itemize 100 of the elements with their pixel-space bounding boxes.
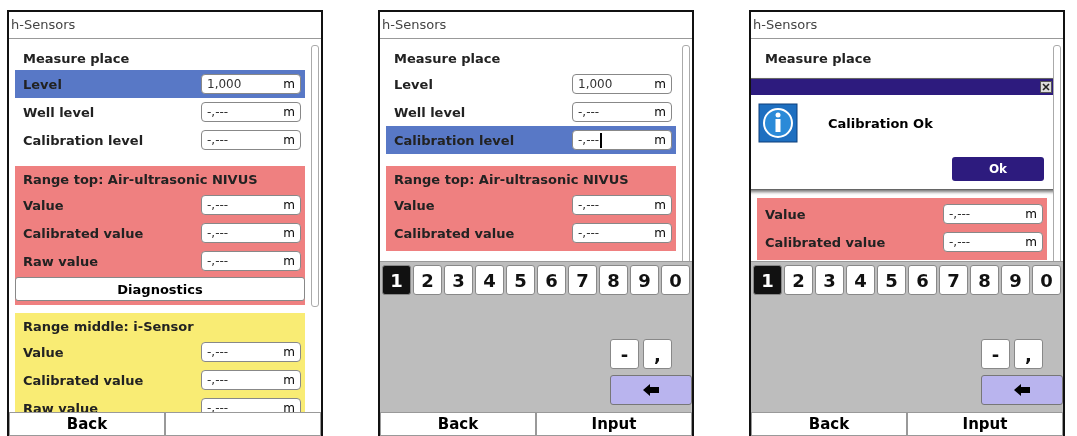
- setting-row[interactable]: Calibration level -,--- m: [15, 126, 305, 154]
- setting-row[interactable]: Value -,--- m: [757, 200, 1047, 228]
- value-field[interactable]: -,--- m: [201, 223, 301, 243]
- softkey-button[interactable]: Back: [751, 412, 907, 436]
- value-field[interactable]: -,--- m: [201, 130, 301, 150]
- digit-key[interactable]: 4: [846, 265, 875, 295]
- digit-key[interactable]: 8: [599, 265, 628, 295]
- setting-row[interactable]: Calibrated value -,--- m: [757, 228, 1047, 256]
- blank-softkey[interactable]: [165, 412, 321, 436]
- field-value: -,---: [207, 198, 229, 212]
- setting-row[interactable]: Value -,--- m: [386, 191, 676, 219]
- scrollbar[interactable]: [311, 45, 319, 307]
- softkey-button[interactable]: Input: [536, 412, 692, 436]
- digit-key[interactable]: 9: [630, 265, 659, 295]
- close-icon[interactable]: [1040, 81, 1052, 93]
- value-field[interactable]: -,--- m: [201, 195, 301, 215]
- setting-row[interactable]: Raw value -,--- m: [15, 247, 305, 275]
- setting-row[interactable]: Value -,--- m: [15, 338, 305, 366]
- section-header: Range top: Air-ultrasonic NIVUS: [22, 171, 259, 189]
- symbol-key[interactable]: -: [981, 339, 1010, 369]
- row-label: Raw value: [23, 253, 100, 269]
- value-field[interactable]: -,--- m: [572, 102, 672, 122]
- field-value: -,---: [207, 105, 229, 119]
- setting-row[interactable]: Calibrated value -,--- m: [386, 219, 676, 247]
- row-label: Value: [23, 197, 65, 213]
- field-value: -,---: [207, 226, 229, 240]
- field-value: 1,000: [578, 77, 613, 91]
- value-field[interactable]: -,--- m: [201, 370, 301, 390]
- section-header: Measure place: [764, 50, 873, 68]
- field-value: -,---: [207, 373, 229, 387]
- unit-label: m: [1025, 235, 1037, 249]
- screen-title: h-Sensors: [751, 12, 1063, 39]
- digit-key[interactable]: 9: [1001, 265, 1030, 295]
- value-field[interactable]: -,--- m: [201, 102, 301, 122]
- row-label: Calibrated value: [23, 372, 145, 388]
- field-value: -,---: [578, 198, 600, 212]
- screen-title: h-Sensors: [9, 12, 321, 39]
- backspace-button[interactable]: [610, 375, 692, 405]
- setting-row[interactable]: Well level -,--- m: [15, 98, 305, 126]
- softkey-button[interactable]: Back: [380, 412, 536, 436]
- field-value: -,---: [207, 345, 229, 359]
- digit-key[interactable]: 5: [877, 265, 906, 295]
- setting-row[interactable]: Value -,--- m: [15, 191, 305, 219]
- setting-row[interactable]: Level 1,000 m: [386, 70, 676, 98]
- dialog-message: Calibration Ok: [828, 115, 933, 131]
- setting-row[interactable]: Calibrated value -,--- m: [15, 219, 305, 247]
- symbol-key[interactable]: -: [610, 339, 639, 369]
- unit-label: m: [283, 254, 295, 268]
- unit-label: m: [654, 77, 666, 91]
- digit-key[interactable]: 1: [753, 265, 782, 295]
- digit-key[interactable]: 4: [475, 265, 504, 295]
- digit-key[interactable]: 2: [413, 265, 442, 295]
- setting-row[interactable]: Level 1,000 m: [15, 70, 305, 98]
- field-value: -,---: [207, 133, 229, 147]
- digit-key[interactable]: 2: [784, 265, 813, 295]
- setting-row[interactable]: Calibration level -,--- m: [386, 126, 676, 154]
- section-header: Measure place: [22, 50, 131, 68]
- row-label: Well level: [394, 104, 467, 120]
- unit-label: m: [283, 77, 295, 91]
- ok-button[interactable]: Ok: [952, 157, 1044, 181]
- field-value: -,---: [578, 133, 600, 147]
- backspace-button[interactable]: [981, 375, 1063, 405]
- row-label: Calibrated value: [23, 225, 145, 241]
- digit-key[interactable]: 8: [970, 265, 999, 295]
- digit-key[interactable]: 6: [537, 265, 566, 295]
- digit-key[interactable]: 7: [568, 265, 597, 295]
- unit-label: m: [283, 226, 295, 240]
- digit-key[interactable]: 3: [444, 265, 473, 295]
- value-field[interactable]: -,--- m: [943, 204, 1043, 224]
- value-field[interactable]: -,--- m: [943, 232, 1043, 252]
- row-label: Calibration level: [23, 132, 145, 148]
- value-field[interactable]: -,--- m: [201, 342, 301, 362]
- digit-key[interactable]: 7: [939, 265, 968, 295]
- value-field[interactable]: 1,000 m: [201, 74, 301, 94]
- value-field[interactable]: -,--- m: [572, 130, 672, 150]
- scrollbar[interactable]: [682, 45, 690, 261]
- field-value: -,---: [207, 254, 229, 268]
- field-value: 1,000: [207, 77, 242, 91]
- scrollbar[interactable]: [1053, 45, 1061, 261]
- digit-key[interactable]: 6: [908, 265, 937, 295]
- value-field[interactable]: -,--- m: [572, 223, 672, 243]
- section-header: Range middle: i-Sensor: [22, 318, 195, 336]
- value-field[interactable]: -,--- m: [572, 195, 672, 215]
- softkey-button[interactable]: Back: [9, 412, 165, 436]
- diagnostics-button[interactable]: Diagnostics: [15, 277, 305, 301]
- digit-key[interactable]: 5: [506, 265, 535, 295]
- value-field[interactable]: -,--- m: [201, 251, 301, 271]
- softkey-button[interactable]: Input: [907, 412, 1063, 436]
- setting-row[interactable]: Calibrated value -,--- m: [15, 366, 305, 394]
- digit-key[interactable]: 3: [815, 265, 844, 295]
- digit-key[interactable]: 0: [1032, 265, 1061, 295]
- digit-key[interactable]: 0: [661, 265, 690, 295]
- symbol-key[interactable]: ,: [643, 339, 672, 369]
- digit-key[interactable]: 1: [382, 265, 411, 295]
- row-label: Level: [23, 76, 63, 92]
- row-label: Calibration level: [394, 132, 516, 148]
- setting-row[interactable]: Well level -,--- m: [386, 98, 676, 126]
- unit-label: m: [654, 105, 666, 119]
- value-field[interactable]: 1,000 m: [572, 74, 672, 94]
- symbol-key[interactable]: ,: [1014, 339, 1043, 369]
